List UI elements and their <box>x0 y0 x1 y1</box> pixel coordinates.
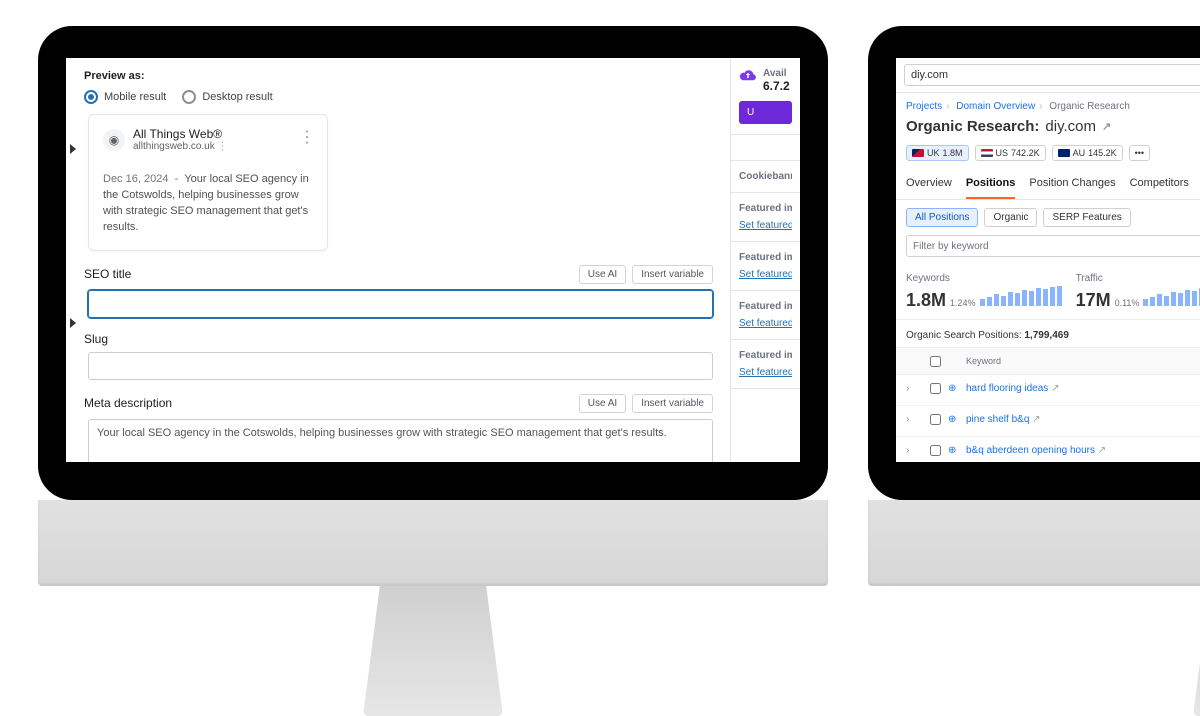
new-keyword-icon: ⊕ <box>948 445 962 456</box>
caret-icon <box>70 318 76 328</box>
meta-desc-label: Meta description <box>84 396 172 410</box>
page-title: Organic Research: diy.com ↗ <box>896 112 1200 141</box>
keyword-filter-input[interactable]: Filter by keyword🔍 <box>906 235 1200 257</box>
crumb-domain-overview[interactable]: Domain Overview <box>956 101 1035 112</box>
subtab-all-positions[interactable]: All Positions <box>906 208 978 227</box>
select-all-checkbox[interactable] <box>930 356 941 367</box>
use-ai-button[interactable]: Use AI <box>579 265 626 284</box>
stat-traffic-pct: 0.11% <box>1115 298 1140 308</box>
keyword-link[interactable]: b&q aberdeen opening hours ↗ <box>966 445 1200 456</box>
row-checkbox[interactable] <box>930 383 941 394</box>
kebab-icon[interactable]: ⋮ <box>299 127 315 147</box>
version-text: 6.7.2 <box>763 79 790 93</box>
featured-image-label: Featured ima <box>739 203 792 214</box>
table-row: ›⊕b&q aberdeen opening hours ↗C◎ ▦ 6 <box>896 437 1200 462</box>
crumb-current: Organic Research <box>1049 101 1130 112</box>
featured-image-label: Featured ima <box>739 301 792 312</box>
set-featured-image-link[interactable]: Set featured i <box>739 318 792 329</box>
sparkline-keywords <box>980 284 1062 306</box>
seo-title-label: SEO title <box>84 267 131 281</box>
row-checkbox[interactable] <box>930 414 941 425</box>
breadcrumb: Projects› Domain Overview› Organic Resea… <box>896 93 1200 112</box>
radio-mobile-label: Mobile result <box>104 91 166 103</box>
expand-row-icon[interactable]: › <box>906 445 926 456</box>
set-featured-image-link[interactable]: Set featured i <box>739 220 792 231</box>
external-link-icon[interactable]: ↗ <box>1098 445 1106 456</box>
row-checkbox[interactable] <box>930 445 941 456</box>
new-keyword-icon: ⊕ <box>948 383 962 394</box>
availability-label: Avail <box>763 68 790 79</box>
table-header: Keyword Intent Position ≡ SF <box>896 347 1200 375</box>
set-featured-image-link[interactable]: Set featured i <box>739 367 792 378</box>
stat-keywords-label: Keywords <box>906 273 1062 284</box>
slug-input[interactable] <box>88 352 713 380</box>
tab-positions[interactable]: Positions <box>966 169 1016 199</box>
new-keyword-icon: ⊕ <box>948 414 962 425</box>
tab-overview[interactable]: Overview <box>906 169 952 199</box>
more-countries-button[interactable]: ••• <box>1129 145 1150 161</box>
featured-image-label: Featured ima <box>739 252 792 263</box>
subtab-organic[interactable]: Organic <box>984 208 1037 227</box>
caret-icon <box>70 144 76 154</box>
serp-preview-card[interactable]: ⋮ ◉ All Things Web® allthingsweb.co.uk ⋮… <box>88 114 328 251</box>
country-badge-au[interactable]: AU 145.2K <box>1052 145 1123 161</box>
country-badge-us[interactable]: US 742.2K <box>975 145 1046 161</box>
keyword-link[interactable]: pine shelf b&q ↗ <box>966 414 1200 425</box>
insert-variable-button[interactable]: Insert variable <box>632 265 713 284</box>
radio-desktop-result[interactable]: Desktop result <box>182 90 272 104</box>
globe-icon: ◉ <box>103 129 125 151</box>
radio-mobile-result[interactable]: Mobile result <box>84 90 166 104</box>
featured-image-label: Featured ima <box>739 350 792 361</box>
stat-keywords-value: 1.8M <box>906 290 946 311</box>
use-ai-button[interactable]: Use AI <box>579 394 626 413</box>
slug-label: Slug <box>84 332 108 346</box>
expand-row-icon[interactable]: › <box>906 383 926 394</box>
sparkline-traffic <box>1143 284 1200 306</box>
external-link-icon[interactable]: ↗ <box>1032 414 1040 425</box>
keyword-link[interactable]: hard flooring ideas ↗ <box>966 383 1200 394</box>
insert-variable-button[interactable]: Insert variable <box>632 394 713 413</box>
cookiebanner-label: Cookiebanne <box>739 171 792 182</box>
update-button[interactable]: U <box>739 101 792 124</box>
tab-competitors[interactable]: Competitors <box>1130 169 1189 199</box>
table-row: ›⊕pine shelf b&q ↗T★ ▦ 15 <box>896 406 1200 437</box>
subtab-serp-features[interactable]: SERP Features <box>1043 208 1130 227</box>
stat-traffic-label: Traffic <box>1076 273 1200 284</box>
stat-traffic-value: 17M <box>1076 290 1111 311</box>
col-keyword[interactable]: Keyword <box>966 356 1200 366</box>
main-tabs: Overview Positions Position Changes Comp… <box>896 169 1200 200</box>
expand-row-icon[interactable]: › <box>906 414 926 425</box>
radio-desktop-label: Desktop result <box>202 91 272 103</box>
osp-label: Organic Search Positions: <box>906 330 1022 341</box>
preview-snippet: Dec 16, 2024 - Your local SEO agency in … <box>103 172 313 236</box>
external-link-icon[interactable]: ↗ <box>1051 383 1059 394</box>
preview-as-label: Preview as: <box>84 70 713 82</box>
domain-input[interactable]: diy.com✕ <box>904 64 1200 86</box>
seo-title-input[interactable] <box>88 290 713 318</box>
right-sidebar: Avail 6.7.2 U Cookiebanne Featured ima Se… <box>730 58 800 462</box>
country-badge-uk[interactable]: UK 1.8M <box>906 145 969 161</box>
preview-url: allthingsweb.co.uk ⋮ <box>133 141 228 152</box>
cloud-upload-icon <box>739 68 757 82</box>
tab-position-changes[interactable]: Position Changes <box>1029 169 1115 199</box>
table-row: ›⊕hard flooring ideas ↗C▤ ▦ 17 <box>896 375 1200 406</box>
crumb-projects[interactable]: Projects <box>906 101 942 112</box>
set-featured-image-link[interactable]: Set featured i <box>739 269 792 280</box>
meta-desc-input[interactable] <box>88 419 713 462</box>
osp-value: 1,799,469 <box>1024 330 1069 341</box>
external-link-icon[interactable]: ↗ <box>1102 120 1111 133</box>
stat-keywords-pct: 1.24% <box>950 298 976 308</box>
preview-brand: All Things Web® <box>133 127 228 141</box>
